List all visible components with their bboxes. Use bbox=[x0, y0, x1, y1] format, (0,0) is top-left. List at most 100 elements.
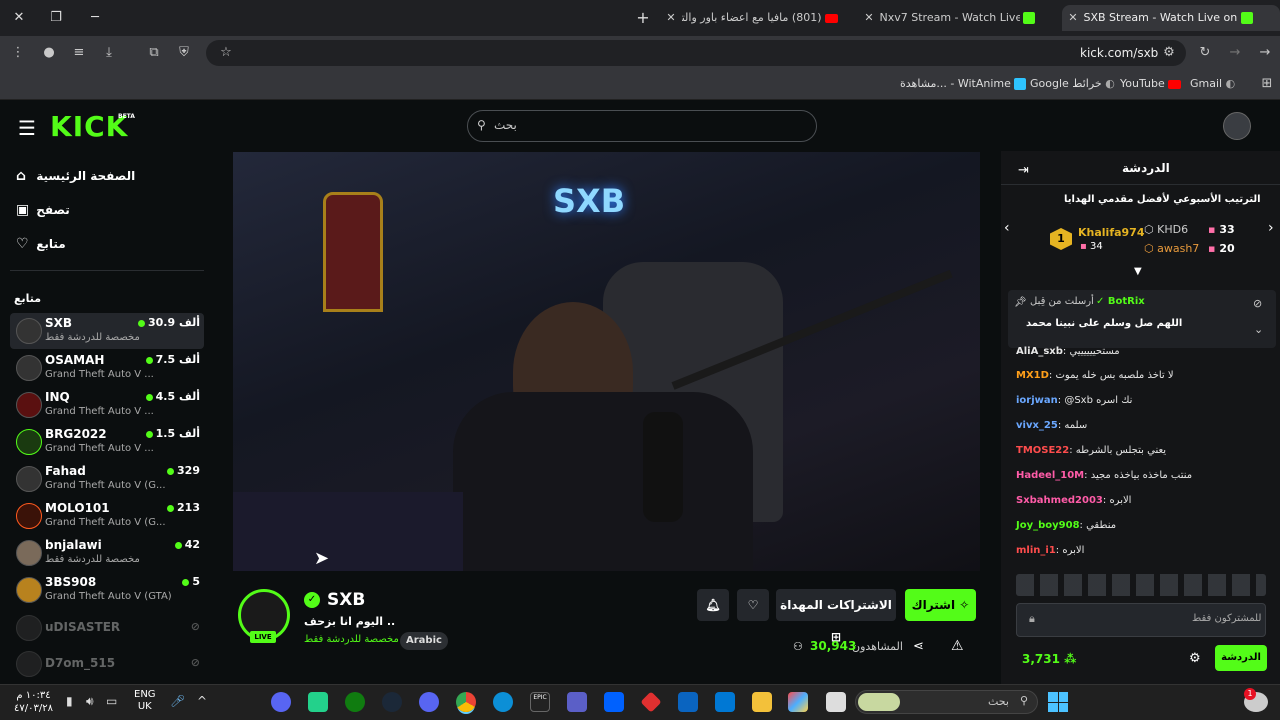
tab-youtube-video[interactable]: ✕ (801) مافيا مع اعضاء باور والتيابـ bbox=[664, 5, 854, 31]
tab-close-icon[interactable]: ✕ bbox=[862, 5, 876, 31]
epic-games-icon[interactable]: EPIC bbox=[530, 692, 550, 712]
bookmark-star-icon[interactable]: ☆ bbox=[217, 44, 235, 62]
gift-icon: ▪ bbox=[1208, 223, 1216, 236]
microphone-icon[interactable]: 🎤︎ bbox=[170, 694, 185, 708]
subscribe-button[interactable]: اشتراك ✧ bbox=[905, 589, 976, 621]
site-settings-icon[interactable]: ⚙ bbox=[1160, 44, 1178, 62]
send-chat-button[interactable]: الدردشة bbox=[1215, 645, 1267, 671]
download-icon[interactable]: ⤓ bbox=[100, 44, 118, 62]
edge-icon[interactable] bbox=[493, 692, 513, 712]
close-window-icon[interactable]: ✕ bbox=[9, 8, 29, 28]
file-explorer-icon[interactable] bbox=[752, 692, 772, 712]
leader-1-name[interactable]: Khalifa974 bbox=[1078, 226, 1145, 239]
back-icon[interactable]: → bbox=[1256, 44, 1274, 62]
nav-home[interactable]: ⌂ الصفحة الرئيسية bbox=[16, 168, 206, 188]
shield-icon[interactable]: ⛨ bbox=[175, 44, 193, 62]
reload-icon[interactable]: ↻ bbox=[1196, 44, 1214, 62]
report-warning-icon[interactable]: ⚠ bbox=[951, 638, 964, 654]
notification-bell-button[interactable]: 🔔︎ bbox=[697, 589, 729, 621]
chevron-up-icon[interactable]: ^ bbox=[197, 694, 207, 708]
tab-nxv7-stream[interactable]: ✕ Nxv7 Stream - Watch Live on K bbox=[862, 5, 1052, 31]
unpin-icon[interactable]: ⊘ bbox=[1253, 297, 1262, 310]
pinned-by-user[interactable]: ✓ BotRix bbox=[1096, 296, 1145, 307]
discord-icon[interactable] bbox=[419, 692, 439, 712]
user-avatar[interactable] bbox=[1223, 112, 1251, 140]
leaderboard-prev-icon[interactable]: ‹ bbox=[1004, 220, 1010, 236]
store-icon[interactable] bbox=[715, 692, 735, 712]
apps-grid-icon[interactable]: ⊞ bbox=[1258, 75, 1276, 93]
app-icon[interactable] bbox=[567, 692, 587, 712]
windows-start-icon[interactable] bbox=[1048, 692, 1068, 712]
new-tab-icon[interactable]: + bbox=[633, 8, 653, 28]
followed-channel-d7om[interactable]: D7om_515 ⊘ bbox=[10, 648, 204, 684]
bookmark-google-maps[interactable]: Google خرائط ◐ bbox=[1030, 77, 1115, 90]
followed-channel-udisaster[interactable]: uDISASTER ⊘ bbox=[10, 612, 204, 648]
steam-icon[interactable] bbox=[382, 692, 402, 712]
tab-close-icon[interactable]: ✕ bbox=[664, 5, 678, 31]
followed-channel-fahad[interactable]: Fahad Grand Theft Auto V (G... 329 bbox=[10, 461, 204, 497]
followed-channel-bnjalawi[interactable]: bnjalawi مخصصة للدردشة فقط 42 bbox=[10, 535, 204, 571]
language-tag[interactable]: Arabic bbox=[400, 632, 448, 650]
chrome-icon[interactable] bbox=[456, 692, 476, 712]
extensions-puzzle-icon[interactable]: ⧉ bbox=[145, 44, 163, 62]
copilot-icon[interactable] bbox=[788, 692, 808, 712]
outlook-icon[interactable] bbox=[678, 692, 698, 712]
nav-browse[interactable]: ▣ تصفح bbox=[16, 202, 206, 222]
pinned-by-label: أرسلت من قِبل bbox=[1030, 296, 1094, 307]
leader-3-name[interactable]: ⬡ awash7 bbox=[1144, 242, 1199, 255]
menu-dots-icon[interactable]: ⋮ bbox=[9, 44, 27, 62]
bookmark-youtube[interactable]: YouTube bbox=[1120, 77, 1182, 90]
followed-channel-brg2022[interactable]: BRG2022 Grand Theft Auto V ... 1.5 ألف bbox=[10, 424, 204, 460]
pin-icon: 📌︎ bbox=[1014, 297, 1027, 308]
followed-channel-inq[interactable]: INQ Grand Theft Auto V ... 4.5 ألف bbox=[10, 387, 204, 423]
volume-icon[interactable]: 🔊︎ bbox=[86, 694, 94, 709]
taskbar-search-placeholder: بحث bbox=[988, 695, 1009, 708]
search-input[interactable] bbox=[467, 110, 817, 142]
stream-category[interactable]: مخصصة للدردشة فقط bbox=[304, 634, 399, 645]
xbox-icon[interactable] bbox=[345, 692, 365, 712]
discord-icon[interactable] bbox=[271, 692, 291, 712]
followed-channel-molo101[interactable]: MOLO101 Grand Theft Auto V (G... 213 bbox=[10, 498, 204, 534]
kick-logo[interactable]: KICK bbox=[50, 110, 128, 143]
kick-icon bbox=[1023, 12, 1035, 24]
points-icon: ⁂ bbox=[1064, 652, 1077, 666]
leader-2-name[interactable]: ⬡ KHD6 bbox=[1144, 223, 1188, 236]
neon-sign: SXB bbox=[553, 182, 626, 220]
expand-leaderboard-icon[interactable]: ▼ bbox=[1134, 266, 1142, 277]
chat-settings-icon[interactable]: ⚙ bbox=[1189, 651, 1201, 666]
bookmark-witanime[interactable]: مشاهدة... - WitAnime bbox=[900, 77, 1027, 90]
dropbox-icon[interactable] bbox=[604, 692, 624, 712]
emote-bar[interactable] bbox=[1016, 574, 1266, 596]
display-icon[interactable]: ▭ bbox=[106, 694, 117, 708]
followed-channel-osamah[interactable]: OSAMAH Grand Theft Auto V ... 7.5 ألف bbox=[10, 350, 204, 386]
share-icon[interactable]: ⋖ bbox=[913, 639, 924, 654]
bookmark-gmail[interactable]: Gmail ◐ bbox=[1190, 77, 1235, 90]
gift-subs-button[interactable]: الاشتراكات المهداة ⊞ bbox=[776, 589, 896, 644]
tab-sxb-stream[interactable]: ✕ SXB Stream - Watch Live on bbox=[1062, 5, 1280, 31]
forward-icon[interactable]: → bbox=[1226, 44, 1244, 62]
nav-following[interactable]: ♡ متابع bbox=[16, 236, 206, 256]
minimize-window-icon[interactable]: ─ bbox=[85, 8, 105, 28]
language-indicator[interactable]: ENG UK bbox=[134, 689, 156, 713]
tab-close-icon[interactable]: ✕ bbox=[1066, 5, 1080, 31]
address-bar[interactable] bbox=[206, 40, 1186, 66]
app-green-icon[interactable] bbox=[308, 692, 328, 712]
extension-icon[interactable]: ● bbox=[40, 44, 58, 62]
battery-icon[interactable]: ▮ bbox=[66, 694, 73, 708]
followed-channel-3bs908[interactable]: 3BS908 Grand Theft Auto V (GTA) 5 bbox=[10, 572, 204, 608]
clock[interactable]: ١٠:٣٤ م ٤٧/٠٣/٢٨ bbox=[14, 689, 53, 715]
chevron-down-icon[interactable]: ⌄ bbox=[1254, 323, 1263, 336]
hamburger-menu-icon[interactable]: ☰ bbox=[18, 116, 36, 140]
collapse-chat-icon[interactable]: ⇥ bbox=[1018, 163, 1029, 178]
leaderboard-next-icon[interactable]: › bbox=[1268, 220, 1274, 236]
streamer-name[interactable]: SXB bbox=[327, 590, 365, 610]
media-queue-icon[interactable]: ≡ bbox=[70, 44, 88, 62]
follow-heart-button[interactable]: ♡ bbox=[737, 589, 769, 621]
channel-points[interactable]: 3,731 ⁂ bbox=[1022, 652, 1076, 666]
taskbar-app-icon[interactable] bbox=[826, 692, 846, 712]
avatar bbox=[16, 615, 42, 641]
following-heading: متابع bbox=[14, 292, 42, 305]
video-player[interactable]: SXB bbox=[233, 152, 980, 571]
followed-channel-sxb[interactable]: SXB مخصصة للدردشة فقط 30.9 ألف bbox=[10, 313, 204, 349]
restore-window-icon[interactable]: ❐ bbox=[46, 8, 66, 28]
